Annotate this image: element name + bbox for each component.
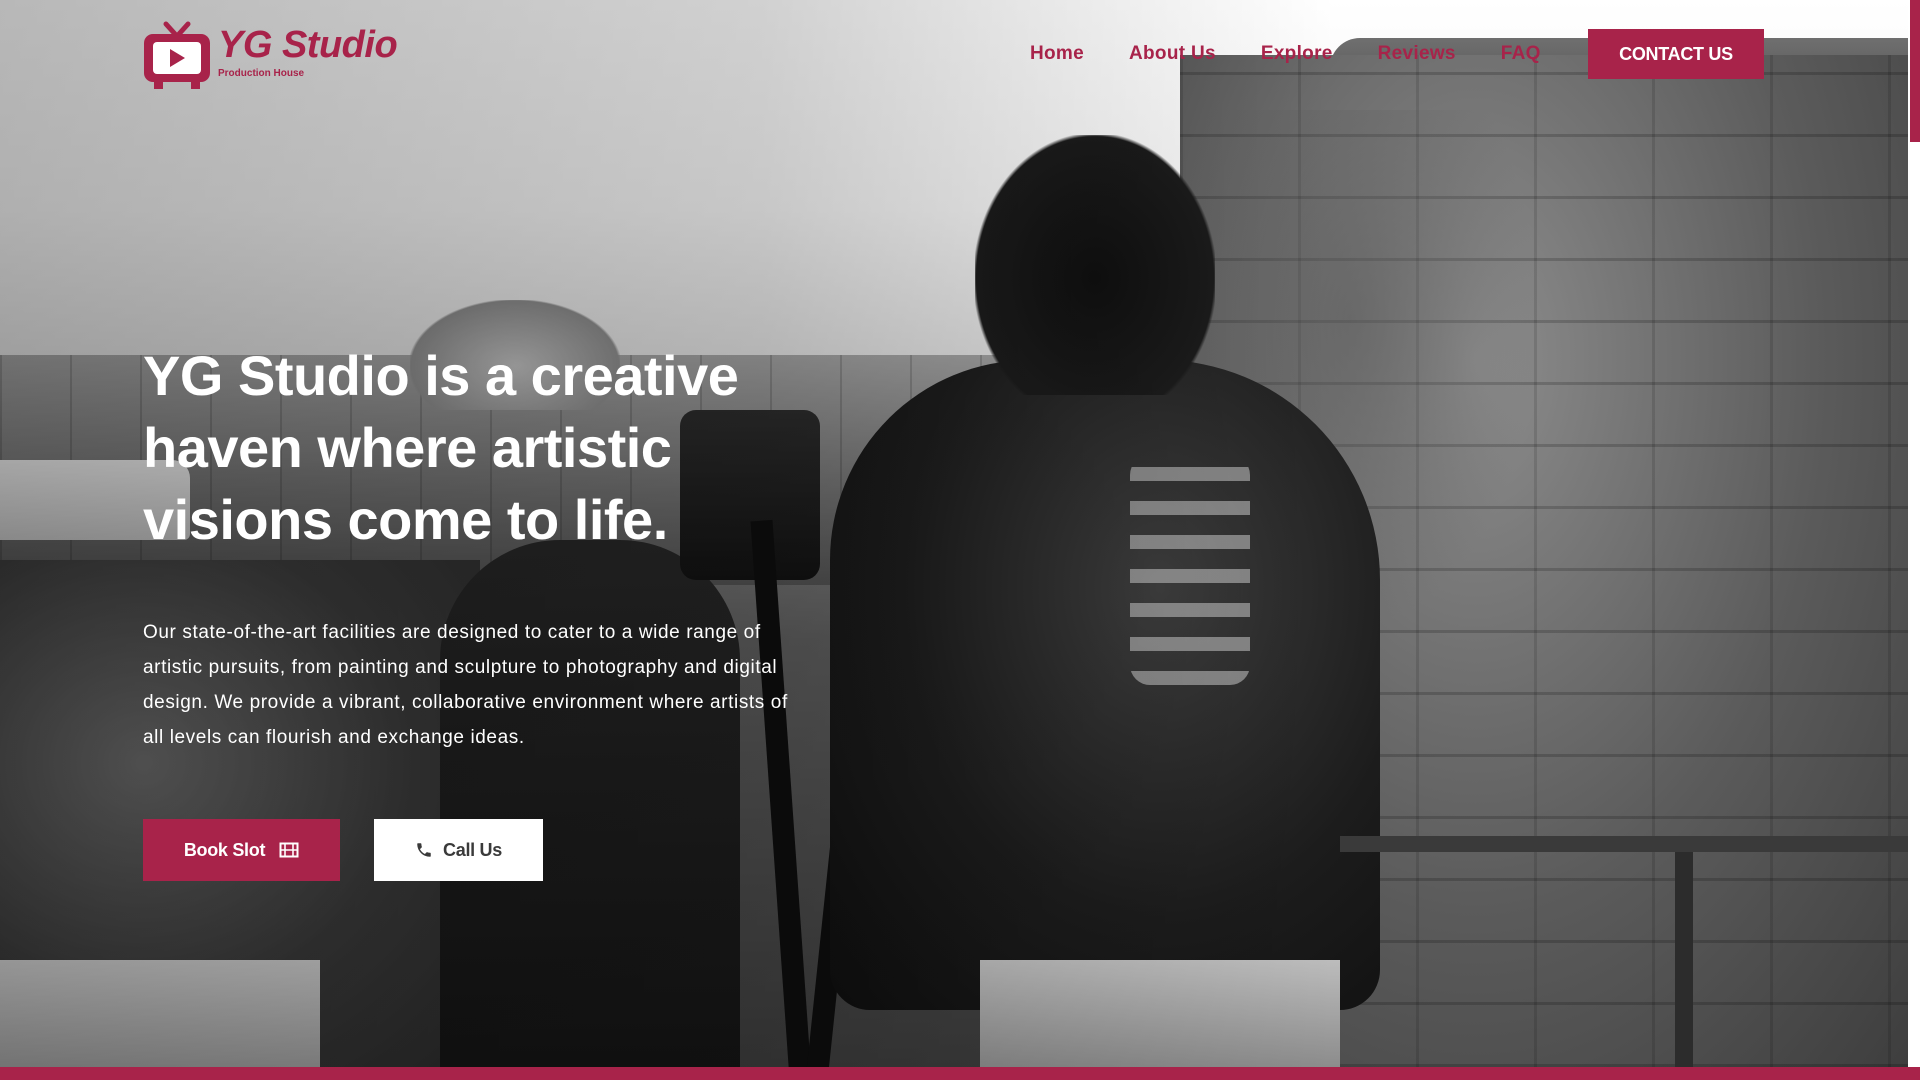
nav-home[interactable]: Home <box>1030 43 1084 65</box>
nav-faq[interactable]: FAQ <box>1501 43 1541 65</box>
nav-explore[interactable]: Explore <box>1261 43 1333 65</box>
bottom-accent-bar <box>0 1067 1920 1080</box>
phone-icon <box>415 841 433 859</box>
site-header: YG Studio Production House Home About Us… <box>0 0 1908 110</box>
hero-headline: YG Studio is a creative haven where arti… <box>143 344 739 551</box>
scrollbar-thumb[interactable] <box>1910 0 1920 142</box>
book-slot-label: Book Slot <box>183 839 266 860</box>
film-icon <box>279 842 299 858</box>
nav-about-us[interactable]: About Us <box>1129 43 1216 65</box>
hero-description: Our state-of-the-art facilities are desi… <box>143 622 788 748</box>
scrollbar-track[interactable] <box>1908 0 1920 1080</box>
nav-reviews[interactable]: Reviews <box>1378 43 1456 65</box>
call-us-button[interactable]: Call Us <box>374 819 543 881</box>
logo-text: YG Studio Production House <box>218 24 398 80</box>
logo-subtitle: Production House <box>218 68 305 79</box>
call-us-label: Call Us <box>443 839 502 860</box>
contact-us-button[interactable]: CONTACT US <box>1588 29 1764 79</box>
logo-title: YG Studio <box>218 24 398 66</box>
book-slot-button[interactable]: Book Slot <box>143 819 340 881</box>
main-nav: Home About Us Explore Reviews FAQ <box>1030 29 1586 79</box>
logo-link[interactable]: YG Studio Production House <box>142 18 398 94</box>
tv-play-icon <box>142 18 212 92</box>
